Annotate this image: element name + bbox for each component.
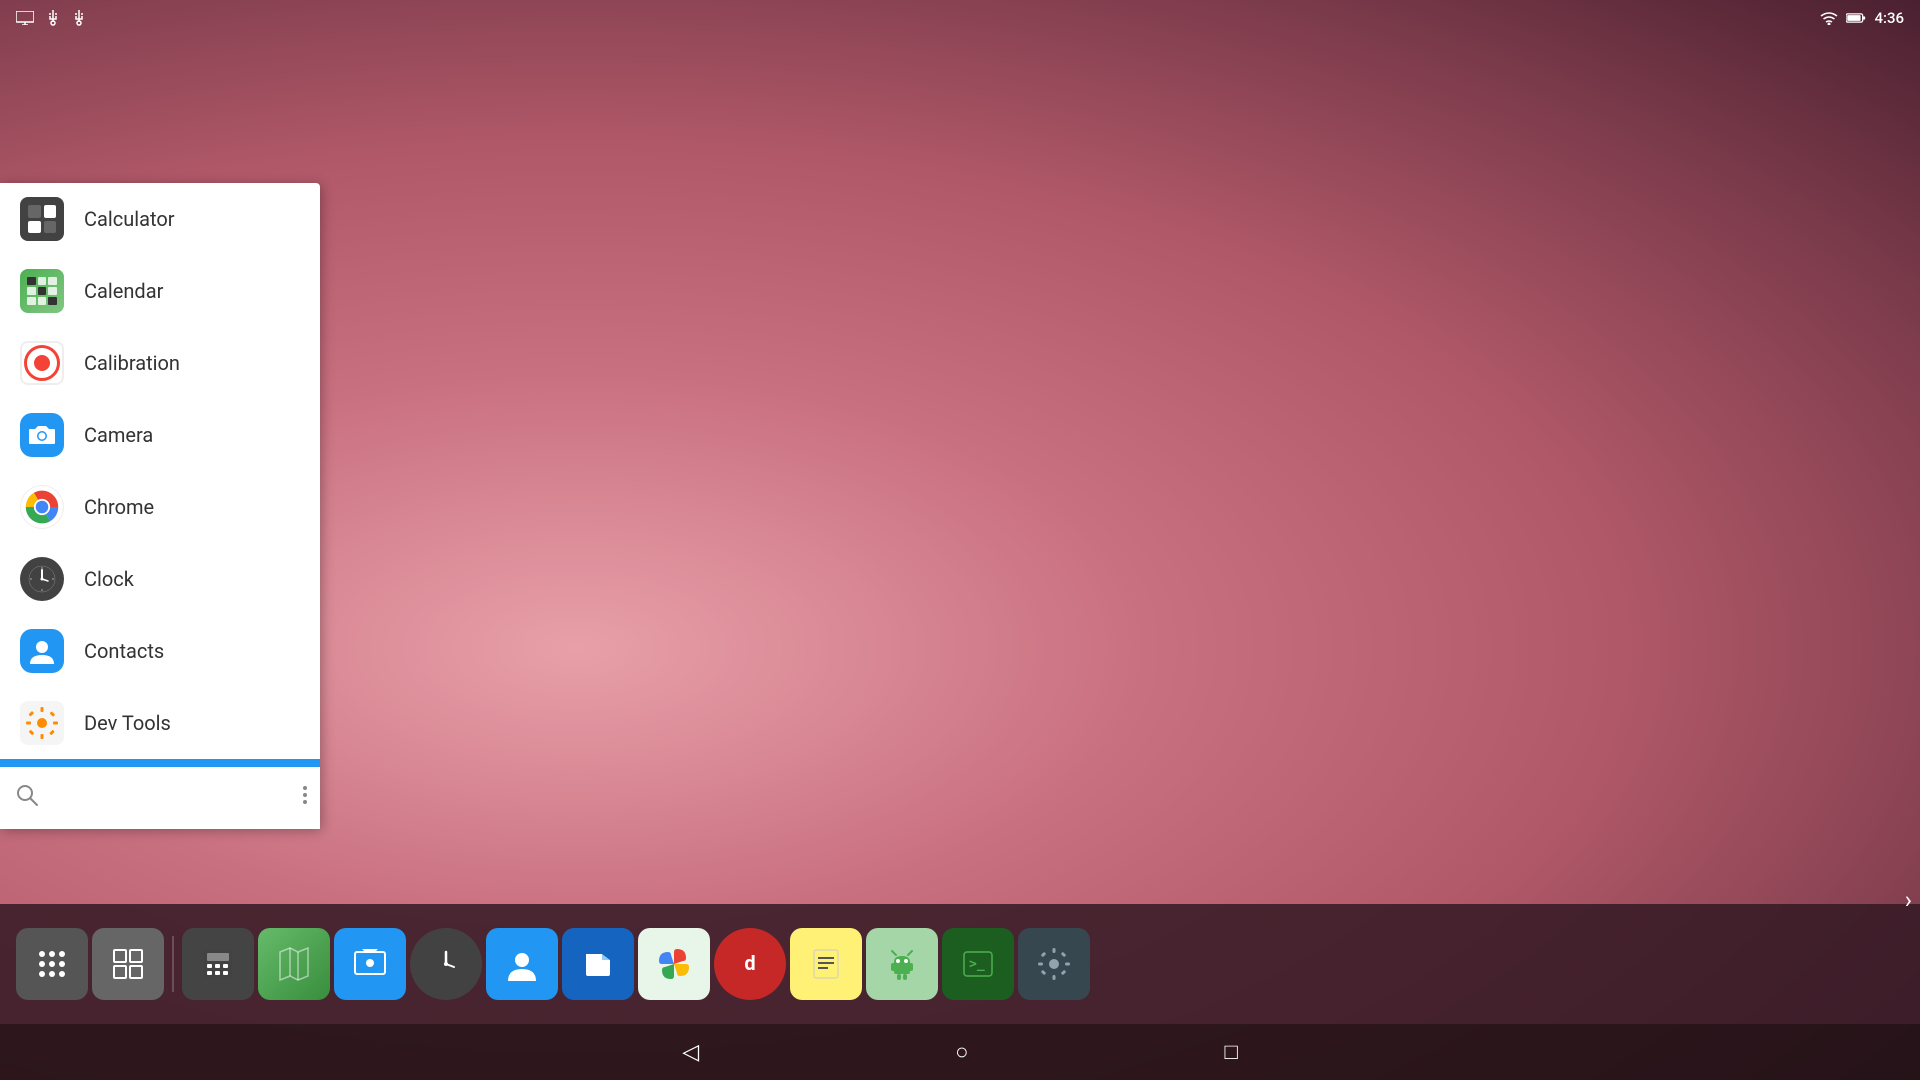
taskbar-files-icon[interactable] [562,928,634,1000]
app-item-calibration[interactable]: Calibration [0,327,320,399]
app-item-calendar[interactable]: Calendar [0,255,320,327]
time-display: 4:36 [1874,9,1904,27]
taskbar-screenshot-icon[interactable] [334,928,406,1000]
app-item-devtools[interactable]: Dev Tools [0,687,320,759]
taskbar-contacts-icon[interactable] [486,928,558,1000]
taskbar-apps-icon[interactable] [16,928,88,1000]
search-icon[interactable] [16,784,38,812]
app-item-contacts[interactable]: Contacts [0,615,320,687]
taskbar-android-icon[interactable] [866,928,938,1000]
taskbar-divider1 [172,936,174,992]
camera-label: Camera [84,423,153,447]
taskbar-music-icon[interactable]: d [714,928,786,1000]
calculator-label: Calculator [84,207,175,231]
nav-bar: ◁ ○ □ [0,1024,1920,1080]
display-icon [16,11,34,25]
usb-icon [46,10,60,26]
edge-arrow[interactable]: › [1897,870,1920,930]
calibration-label: Calibration [84,351,180,375]
drawer-search [0,765,320,829]
status-bar-left [16,10,86,26]
app-drawer: Calculator Calendar [0,183,320,829]
calculator-icon [20,197,64,241]
app-item-calculator[interactable]: Calculator [0,183,320,255]
app-item-clock[interactable]: Clock [0,543,320,615]
battery-icon [1846,12,1866,24]
back-button[interactable]: ◁ [674,1032,707,1073]
chrome-icon [20,485,64,529]
chrome-label: Chrome [84,495,154,519]
status-bar-right: 4:36 [1820,9,1904,27]
devtools-label: Dev Tools [84,711,171,735]
app-item-chrome[interactable]: Chrome [0,471,320,543]
contacts-icon [20,629,64,673]
usb-icon2 [72,10,86,26]
app-item-camera[interactable]: Camera [0,399,320,471]
calibration-icon [20,341,64,385]
contacts-label: Contacts [84,639,164,663]
calendar-label: Calendar [84,279,163,303]
taskbar-settings-icon[interactable] [1018,928,1090,1000]
taskbar-calculator-icon[interactable] [182,928,254,1000]
wifi-icon [1820,11,1838,25]
status-bar: 4:36 [0,0,1920,36]
taskbar-maps-icon[interactable] [258,928,330,1000]
recent-button[interactable]: □ [1216,1031,1245,1073]
svg-text:>_: >_ [969,957,985,972]
drawer-menu-button[interactable] [294,784,316,812]
svg-text:d: d [744,951,755,975]
taskbar-clock-icon[interactable] [410,928,482,1000]
search-input[interactable] [50,788,282,809]
devtools-icon [20,701,64,745]
taskbar-terminal-icon[interactable]: >_ [942,928,1014,1000]
taskbar: d >_ [0,904,1920,1024]
app-list: Calculator Calendar [0,183,320,759]
clock-label: Clock [84,567,134,591]
clock-icon [20,557,64,601]
taskbar-photos-icon[interactable] [638,928,710,1000]
taskbar-grid-icon[interactable] [92,928,164,1000]
home-button[interactable]: ○ [947,1031,976,1073]
taskbar-notes-icon[interactable] [790,928,862,1000]
calendar-icon [20,269,64,313]
camera-icon [20,413,64,457]
